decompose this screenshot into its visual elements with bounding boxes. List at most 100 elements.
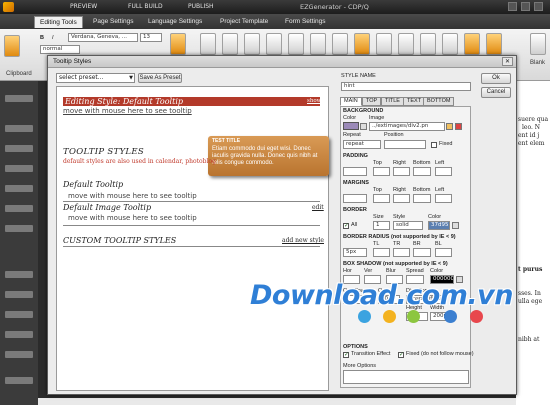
tab-editing-tools[interactable]: Editing Tools: [34, 16, 83, 28]
preset-select[interactable]: select preset... ▼: [56, 73, 135, 83]
gear-icon[interactable]: [486, 33, 502, 55]
padding-bottom-input[interactable]: [413, 167, 431, 176]
sidebar-item[interactable]: [5, 145, 33, 152]
padding-top-input[interactable]: [373, 167, 390, 176]
ok-button[interactable]: Ok: [481, 73, 511, 84]
sidebar-item[interactable]: [5, 225, 33, 232]
paste-icon[interactable]: [4, 35, 20, 57]
blank-page-icon[interactable]: [530, 33, 546, 55]
add-new-style-link[interactable]: add new style: [282, 237, 324, 244]
save-as-preset-button[interactable]: Save As Preset: [138, 73, 182, 83]
italic-button[interactable]: I: [52, 35, 54, 41]
ribbon-tool-1-icon[interactable]: [200, 33, 216, 55]
margin-left-input[interactable]: [435, 194, 452, 203]
margin-bottom-input[interactable]: [413, 194, 431, 203]
sidebar-item[interactable]: [5, 205, 33, 212]
font-size-select[interactable]: 13: [140, 33, 162, 42]
radius-bl-input[interactable]: [435, 248, 452, 257]
position-input[interactable]: [384, 140, 426, 149]
sidebar-item[interactable]: [5, 311, 33, 318]
left-sidebar: [0, 81, 38, 405]
default-tooltip-hover-target[interactable]: move with mouse here to see tooltip: [68, 192, 197, 200]
radius-tr-input[interactable]: [393, 248, 410, 257]
browse-folder-icon[interactable]: [446, 123, 453, 130]
padding-section-label: PADDING: [343, 153, 368, 159]
ribbon-tool-6-icon[interactable]: [310, 33, 326, 55]
sidebar-item[interactable]: [5, 271, 33, 278]
sidebar-item[interactable]: [5, 331, 33, 338]
margin-all-input[interactable]: [343, 194, 367, 203]
close-icon[interactable]: ✕: [502, 57, 513, 66]
ribbon-tool-4-icon[interactable]: [266, 33, 282, 55]
sidebar-item[interactable]: [5, 125, 33, 132]
ribbon-tool-7-icon[interactable]: [332, 33, 348, 55]
fixed-checkbox[interactable]: [431, 142, 437, 148]
color-picker-icon[interactable]: [360, 123, 367, 130]
margin-left-label: Left: [435, 187, 445, 193]
ribbon-tool-5-icon[interactable]: [288, 33, 304, 55]
show-link[interactable]: show: [307, 98, 321, 104]
more-options-textarea[interactable]: [343, 370, 469, 384]
ribbon-tool-12-icon[interactable]: [442, 33, 458, 55]
default-image-tooltip-heading: Default Image Tooltip: [63, 203, 152, 212]
cancel-button[interactable]: Cancel: [481, 87, 511, 98]
tab-top[interactable]: TOP: [362, 97, 382, 106]
tab-text[interactable]: TEXT: [403, 97, 426, 106]
tab-title[interactable]: TITLE: [381, 97, 404, 106]
clear-image-icon[interactable]: [455, 123, 462, 130]
tab-page-settings[interactable]: Page Settings: [88, 16, 138, 28]
tooltip-body: Etiam commodo dui eget wisi. Donec iacul…: [212, 146, 318, 166]
sidebar-item[interactable]: [5, 377, 33, 384]
sidebar-item[interactable]: [5, 185, 33, 192]
publish-button[interactable]: PUBLISH: [188, 3, 214, 10]
padding-all-input[interactable]: [343, 167, 367, 176]
ribbon-tool-13-icon[interactable]: [464, 33, 480, 55]
bold-button[interactable]: B: [40, 35, 44, 41]
padding-left-input[interactable]: [435, 167, 452, 176]
repeat-select[interactable]: repeat: [343, 140, 381, 149]
maximize-icon[interactable]: [521, 2, 530, 11]
paragraph-style-select[interactable]: normal: [40, 45, 80, 54]
tab-form-settings[interactable]: Form Settings: [280, 16, 330, 28]
color-picker-icon[interactable]: [452, 222, 459, 229]
margin-top-input[interactable]: [373, 194, 390, 203]
radius-tl-input[interactable]: [373, 248, 390, 257]
sidebar-item[interactable]: [5, 95, 33, 102]
border-all-checkbox[interactable]: [343, 222, 349, 229]
sidebar-item[interactable]: [5, 165, 33, 172]
tab-language-settings[interactable]: Language Settings: [143, 16, 207, 28]
sidebar-item[interactable]: [5, 291, 33, 298]
padding-right-input[interactable]: [393, 167, 410, 176]
ribbon-tool-2-icon[interactable]: [222, 33, 238, 55]
style-name-input[interactable]: hint: [341, 82, 471, 91]
ribbon-tool-9-icon[interactable]: [376, 33, 392, 55]
full-build-button[interactable]: FULL BUILD: [128, 3, 163, 10]
border-style-select[interactable]: solid: [393, 221, 423, 230]
preview-button[interactable]: PREVIEW: [70, 3, 97, 10]
transition-effect-checkbox[interactable]: [343, 351, 349, 358]
ribbon-tool-8-icon[interactable]: [354, 33, 370, 55]
radius-br-input[interactable]: [413, 248, 431, 257]
bg-image-input[interactable]: ../extimages/div2.pn: [369, 122, 445, 131]
bg-color-swatch[interactable]: [343, 122, 359, 130]
tooltip-hover-target[interactable]: move with mouse here to see tooltip: [63, 107, 192, 115]
ribbon-tool-10-icon[interactable]: [398, 33, 414, 55]
border-color-input[interactable]: 37d95: [428, 221, 450, 230]
image-tooltip-hover-target[interactable]: move with mouse here to see tooltip: [68, 214, 197, 222]
background-section-label: BACKGROUND: [343, 108, 384, 114]
radius-all-input[interactable]: 5px: [343, 248, 367, 257]
edit-link[interactable]: edit: [312, 204, 324, 211]
ribbon-tool-11-icon[interactable]: [420, 33, 436, 55]
tab-project-template[interactable]: Project Template: [215, 16, 273, 28]
tab-bottom[interactable]: BOTTOM: [423, 97, 455, 106]
tab-main[interactable]: MAIN: [340, 97, 362, 106]
font-family-select[interactable]: Verdana, Geneva, ...: [68, 33, 138, 42]
insert-tool-icon[interactable]: [170, 33, 186, 55]
minimize-icon[interactable]: [508, 2, 517, 11]
border-size-input[interactable]: 1: [373, 221, 390, 230]
sidebar-item[interactable]: [5, 351, 33, 358]
fixed-follow-checkbox[interactable]: [398, 351, 404, 358]
ribbon-tool-3-icon[interactable]: [244, 33, 260, 55]
close-window-icon[interactable]: [534, 2, 543, 11]
margin-right-input[interactable]: [393, 194, 410, 203]
